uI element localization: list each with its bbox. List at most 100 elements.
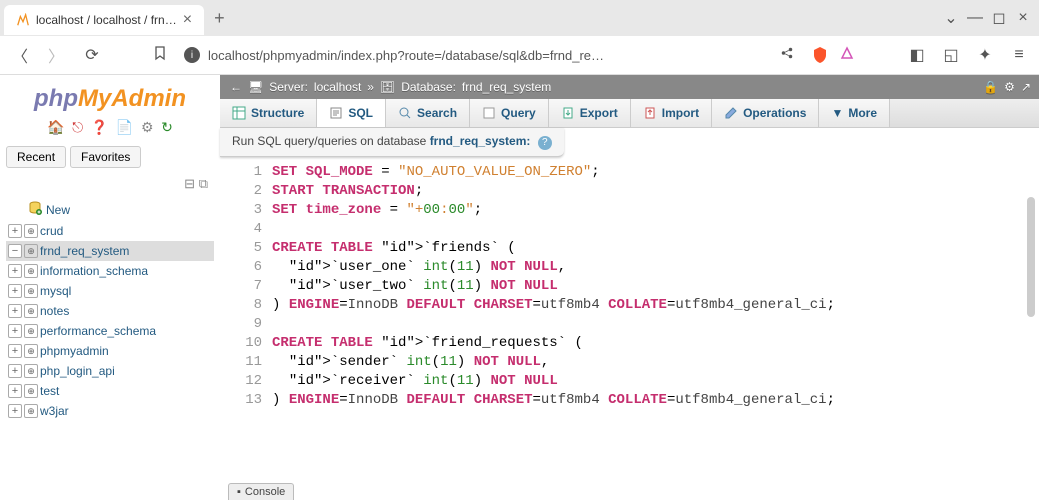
console-icon: ▪ bbox=[237, 486, 241, 498]
window-close-icon[interactable]: × bbox=[1011, 9, 1035, 27]
tab-operations[interactable]: Operations bbox=[712, 99, 819, 127]
search-icon bbox=[398, 106, 412, 120]
tree-item-frnd_req_system[interactable]: −⊕frnd_req_system bbox=[6, 241, 214, 261]
expand-icon[interactable]: + bbox=[8, 404, 22, 418]
chevron-down-icon[interactable]: ⌄ bbox=[939, 8, 963, 28]
home-icon[interactable]: 🏠 bbox=[47, 119, 64, 135]
join-icon[interactable]: ⊕ bbox=[24, 384, 38, 398]
tab-export[interactable]: Export bbox=[549, 99, 631, 127]
tree-item-php_login_api[interactable]: +⊕php_login_api bbox=[6, 361, 214, 381]
tab-more[interactable]: ▼ More bbox=[819, 99, 890, 127]
join-icon[interactable]: ⊕ bbox=[24, 284, 38, 298]
join-icon[interactable]: ⊕ bbox=[24, 244, 38, 258]
brave-rewards-icon[interactable] bbox=[839, 46, 855, 65]
join-icon[interactable]: ⊕ bbox=[24, 304, 38, 318]
join-icon[interactable]: ⊕ bbox=[24, 264, 38, 278]
share-icon[interactable] bbox=[775, 46, 799, 65]
app-main: phpMyAdmin 🏠 ⎋ ❓ 📄 ⚙ ↻ Recent Favorites … bbox=[0, 75, 1039, 501]
expand-icon[interactable]: − bbox=[8, 244, 22, 258]
join-icon[interactable]: ⊕ bbox=[24, 224, 38, 238]
brave-shield-icon[interactable] bbox=[811, 46, 829, 64]
sql-infobar: Run SQL query/queries on database frnd_r… bbox=[220, 128, 564, 157]
docs-icon[interactable]: ❓ bbox=[91, 119, 108, 135]
tree-item-information_schema[interactable]: +⊕information_schema bbox=[6, 261, 214, 281]
gear-icon[interactable]: ⚙ bbox=[141, 119, 154, 135]
sql-editor[interactable]: 12345678910111213 SET SQL_MODE = "NO_AUT… bbox=[220, 157, 1039, 501]
new-db[interactable]: New bbox=[6, 198, 214, 221]
tree-item-phpmyadmin[interactable]: +⊕phpmyadmin bbox=[6, 341, 214, 361]
tree-item-label: w3jar bbox=[40, 404, 69, 418]
tree-tools: ⊟ ⧉ bbox=[6, 174, 214, 194]
favorites-button[interactable]: Favorites bbox=[70, 146, 141, 168]
recent-favorites: Recent Favorites bbox=[6, 146, 214, 168]
reload-icon[interactable]: ⟳ bbox=[80, 45, 104, 65]
link-icon[interactable]: ⧉ bbox=[199, 176, 208, 191]
tree-item-notes[interactable]: +⊕notes bbox=[6, 301, 214, 321]
minimize-icon[interactable]: — bbox=[963, 9, 987, 27]
tab-structure[interactable]: Structure bbox=[220, 99, 317, 127]
menu-icon[interactable]: ≡ bbox=[1007, 46, 1031, 64]
join-icon[interactable]: ⊕ bbox=[24, 344, 38, 358]
url-bar[interactable]: i localhost/phpmyadmin/index.php?route=/… bbox=[184, 46, 799, 65]
collapse-icon[interactable]: ⊟ bbox=[184, 176, 195, 191]
new-db-icon bbox=[28, 201, 42, 218]
line-gutter: 12345678910111213 bbox=[220, 163, 272, 495]
pma-favicon bbox=[16, 13, 30, 27]
site-info-icon[interactable]: i bbox=[184, 47, 200, 63]
db-tree: New +⊕crud−⊕frnd_req_system+⊕information… bbox=[6, 198, 214, 421]
join-icon[interactable]: ⊕ bbox=[24, 324, 38, 338]
new-tab-button[interactable]: + bbox=[204, 8, 235, 29]
console-button[interactable]: ▪ Console bbox=[228, 483, 294, 500]
expand-icon[interactable]: + bbox=[8, 364, 22, 378]
expand-icon[interactable]: + bbox=[8, 224, 22, 238]
wallet-icon[interactable]: ◱ bbox=[939, 45, 963, 65]
chevron-down-icon: ▼ bbox=[831, 106, 843, 120]
expand-icon[interactable]: + bbox=[8, 344, 22, 358]
browser-tab[interactable]: localhost / localhost / frn… × bbox=[4, 5, 204, 35]
bookmark-icon[interactable] bbox=[148, 45, 172, 66]
breadcrumb-server[interactable]: localhost bbox=[314, 80, 361, 94]
close-icon[interactable]: × bbox=[183, 11, 192, 29]
tree-item-performance_schema[interactable]: +⊕performance_schema bbox=[6, 321, 214, 341]
tree-item-label: phpmyadmin bbox=[40, 344, 109, 358]
scrollbar-thumb[interactable] bbox=[1027, 197, 1035, 317]
database-icon: 🗄 bbox=[380, 80, 395, 94]
tab-query[interactable]: Query bbox=[470, 99, 549, 127]
content-area: ← 🖥 Server: localhost » 🗄 Database: frnd… bbox=[220, 75, 1039, 501]
expand-icon[interactable]: + bbox=[8, 264, 22, 278]
join-icon[interactable]: ⊕ bbox=[24, 364, 38, 378]
tree-item-crud[interactable]: +⊕crud bbox=[6, 221, 214, 241]
tab-import[interactable]: Import bbox=[631, 99, 712, 127]
tab-search[interactable]: Search bbox=[386, 99, 470, 127]
expand-icon[interactable]: + bbox=[8, 324, 22, 338]
sidebar-icon[interactable]: ◧ bbox=[905, 45, 929, 65]
nav-left-icon[interactable]: ← bbox=[230, 80, 242, 94]
expand-icon[interactable]: + bbox=[8, 304, 22, 318]
logout-icon[interactable]: ⎋ bbox=[72, 119, 83, 135]
sidebar: phpMyAdmin 🏠 ⎋ ❓ 📄 ⚙ ↻ Recent Favorites … bbox=[0, 75, 220, 501]
sql-icon[interactable]: 📄 bbox=[116, 119, 133, 135]
breadcrumb-db[interactable]: frnd_req_system bbox=[462, 80, 551, 94]
tab-sql[interactable]: SQL bbox=[317, 99, 386, 127]
pma-logo[interactable]: phpMyAdmin bbox=[6, 79, 214, 115]
tree-item-test[interactable]: +⊕test bbox=[6, 381, 214, 401]
expand-icon[interactable]: + bbox=[8, 384, 22, 398]
expand-icon[interactable]: ↗ bbox=[1021, 80, 1031, 94]
expand-icon[interactable]: + bbox=[8, 284, 22, 298]
lock-icon[interactable]: 🔒 bbox=[983, 80, 998, 94]
settings-icon[interactable]: ⚙ bbox=[1004, 80, 1015, 94]
browser-tab-title: localhost / localhost / frn… bbox=[36, 13, 177, 27]
join-icon[interactable]: ⊕ bbox=[24, 404, 38, 418]
back-icon[interactable]: 〈 bbox=[8, 43, 32, 67]
tree-item-mysql[interactable]: +⊕mysql bbox=[6, 281, 214, 301]
help-icon[interactable]: ? bbox=[538, 136, 552, 150]
recent-button[interactable]: Recent bbox=[6, 146, 66, 168]
sql-tab-icon bbox=[329, 106, 343, 120]
sparkle-icon[interactable]: ✦ bbox=[973, 45, 997, 65]
code-area[interactable]: SET SQL_MODE = "NO_AUTO_VALUE_ON_ZERO";S… bbox=[272, 163, 1039, 495]
refresh-icon[interactable]: ↻ bbox=[161, 119, 173, 135]
url-text: localhost/phpmyadmin/index.php?route=/da… bbox=[208, 48, 767, 63]
tree-item-w3jar[interactable]: +⊕w3jar bbox=[6, 401, 214, 421]
tree-item-label: performance_schema bbox=[40, 324, 156, 338]
maximize-icon[interactable]: ◻ bbox=[987, 8, 1011, 28]
